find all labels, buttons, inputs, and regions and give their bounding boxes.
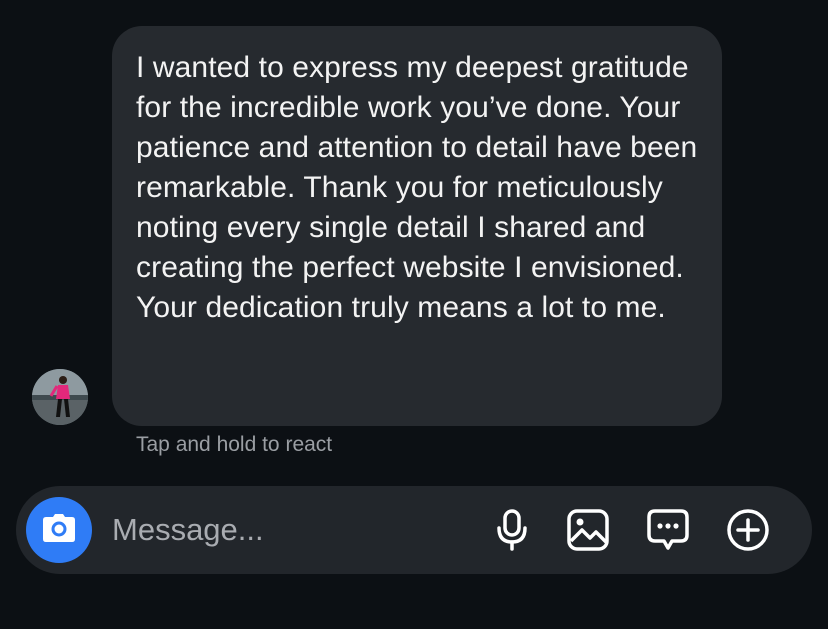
message-input[interactable] <box>112 506 472 554</box>
camera-icon <box>42 513 76 548</box>
message-bubble[interactable]: I wanted to express my deepest gratitude… <box>112 26 722 426</box>
photo-icon <box>566 508 610 552</box>
microphone-icon <box>495 508 529 552</box>
message-composer <box>16 486 812 574</box>
react-hint: Tap and hold to react <box>136 433 333 456</box>
sticker-icon <box>645 507 691 553</box>
gallery-button[interactable] <box>562 504 614 556</box>
message-text: I wanted to express my deepest gratitude… <box>136 51 698 324</box>
sticker-button[interactable] <box>642 504 694 556</box>
voice-message-button[interactable] <box>486 504 538 556</box>
camera-button[interactable] <box>26 497 92 563</box>
more-button[interactable] <box>722 504 774 556</box>
plus-icon <box>725 507 771 553</box>
sender-avatar[interactable] <box>32 369 88 425</box>
